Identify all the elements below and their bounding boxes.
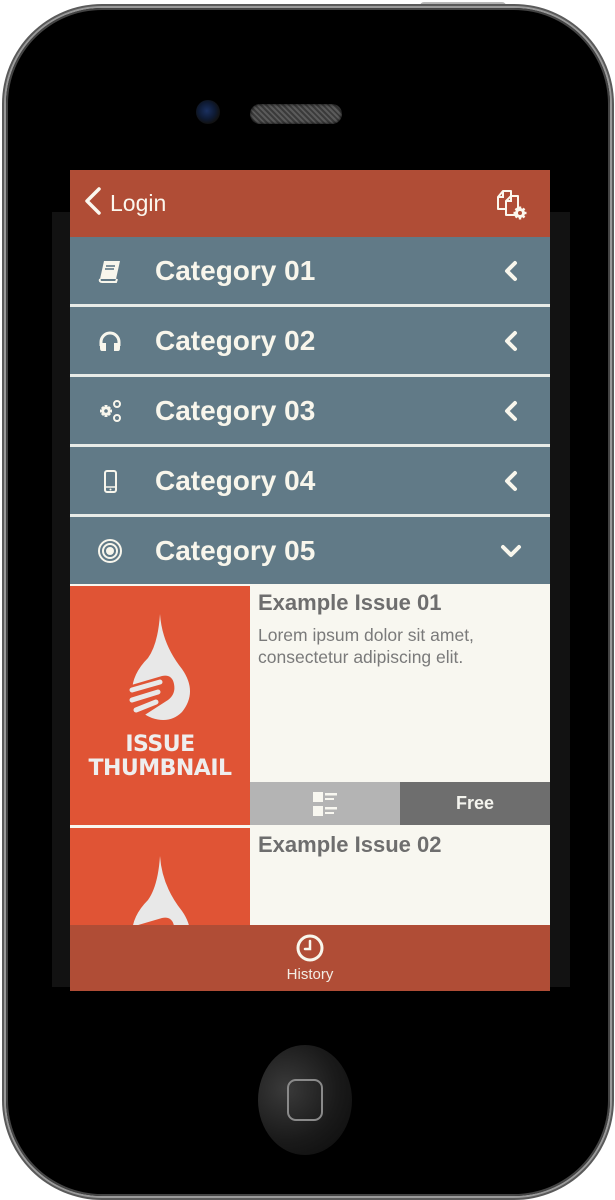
chevron-down-icon <box>501 544 521 557</box>
tab-bar: History <box>70 925 550 991</box>
preview-button[interactable] <box>250 782 400 825</box>
category-row-05[interactable]: Category 05 <box>70 517 550 584</box>
tab-history[interactable]: History <box>286 925 334 991</box>
issue-actions: Free <box>250 782 550 825</box>
tab-history-label: History <box>286 966 334 983</box>
category-label: Category 02 <box>155 324 316 356</box>
category-label: Category 01 <box>155 254 316 286</box>
earpiece-speaker <box>250 104 342 124</box>
category-row-04[interactable]: Category 04 <box>70 447 550 517</box>
category-label: Category 05 <box>155 534 316 566</box>
category-label: Category 03 <box>155 394 316 426</box>
navigation-bar: Login <box>70 170 550 237</box>
thumbnail-title-line1: ISSUE <box>125 732 195 757</box>
price-button[interactable]: Free <box>400 782 550 825</box>
issue-card[interactable]: ISSUE THUMBNAIL Example Issue 01 Lorem i… <box>70 586 550 828</box>
front-camera <box>196 100 220 124</box>
back-button[interactable]: Login <box>82 187 166 220</box>
issue-details: Example Issue 01 Lorem ipsum dolor sit a… <box>250 586 550 781</box>
gears-icon <box>96 397 124 425</box>
book-icon <box>96 257 124 285</box>
issue-title: Example Issue 02 <box>258 832 442 857</box>
back-button-label: Login <box>110 190 167 216</box>
chevron-left-icon <box>505 260 517 281</box>
category-label: Category 04 <box>155 464 316 496</box>
issue-description: Lorem ipsum dolor sit amet, consectetur … <box>258 625 474 667</box>
headphones-icon <box>96 327 124 355</box>
home-button[interactable] <box>258 1045 352 1155</box>
documents-settings-icon[interactable] <box>494 187 528 221</box>
thumbnail-title-line2: THUMBNAIL <box>88 756 232 781</box>
mobile-phone-icon <box>96 467 124 495</box>
list-preview-icon <box>313 791 337 816</box>
app-screen: Login Category 01 Category 02 Category 0… <box>70 170 550 991</box>
target-icon <box>96 537 124 565</box>
chevron-left-icon <box>505 400 517 421</box>
home-square-icon <box>287 1079 323 1121</box>
category-row-03[interactable]: Category 03 <box>70 377 550 447</box>
category-row-02[interactable]: Category 02 <box>70 307 550 377</box>
chevron-left-icon <box>82 187 104 220</box>
issue-title: Example Issue 01 <box>258 590 442 615</box>
clock-icon <box>296 934 324 962</box>
chevron-left-icon <box>505 470 517 491</box>
category-list: Category 01 Category 02 Category 03 Cate… <box>70 237 550 584</box>
chevron-left-icon <box>505 330 517 351</box>
category-row-01[interactable]: Category 01 <box>70 237 550 307</box>
issue-thumbnail[interactable]: ISSUE THUMBNAIL <box>70 586 250 826</box>
droplet-hand-icon <box>128 614 190 720</box>
